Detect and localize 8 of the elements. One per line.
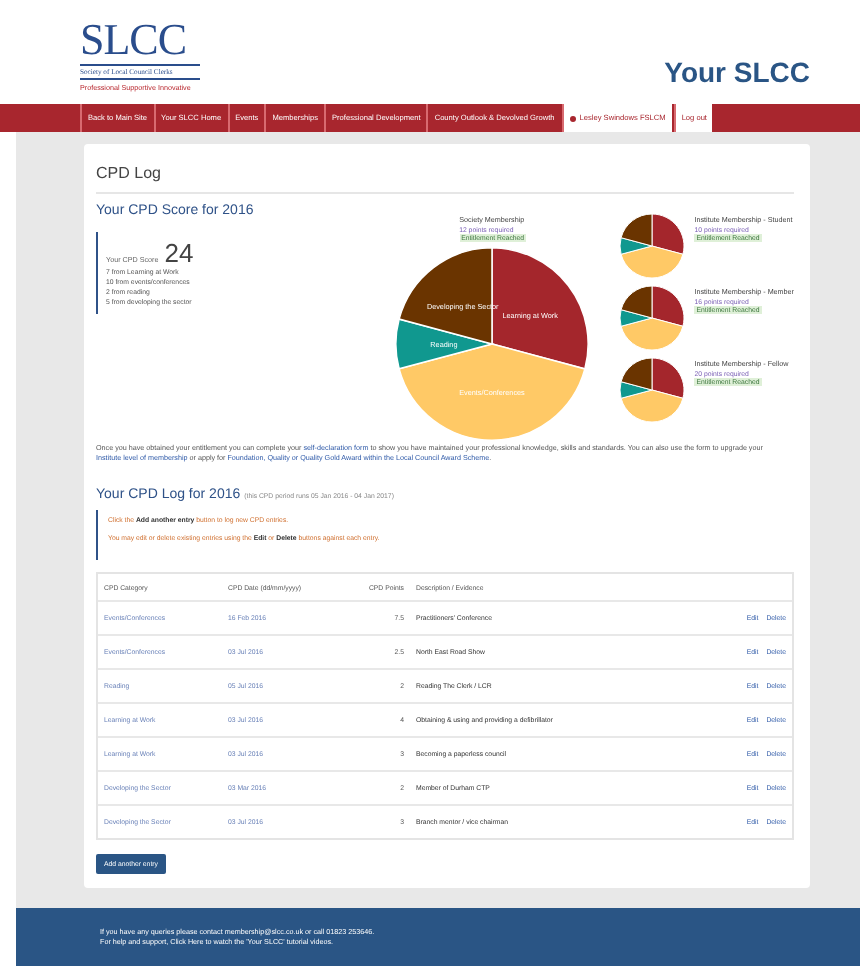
page-title: CPD Log (96, 160, 794, 194)
site-title: Your SLCC (664, 56, 810, 92)
pie-chart-drawing (620, 213, 686, 279)
user-icon (570, 115, 577, 121)
score-value: 24 (164, 238, 194, 268)
pie-chart-drawing (620, 285, 686, 351)
logo-title: SLCC (80, 20, 189, 60)
pie-chart-drawing (620, 357, 686, 423)
